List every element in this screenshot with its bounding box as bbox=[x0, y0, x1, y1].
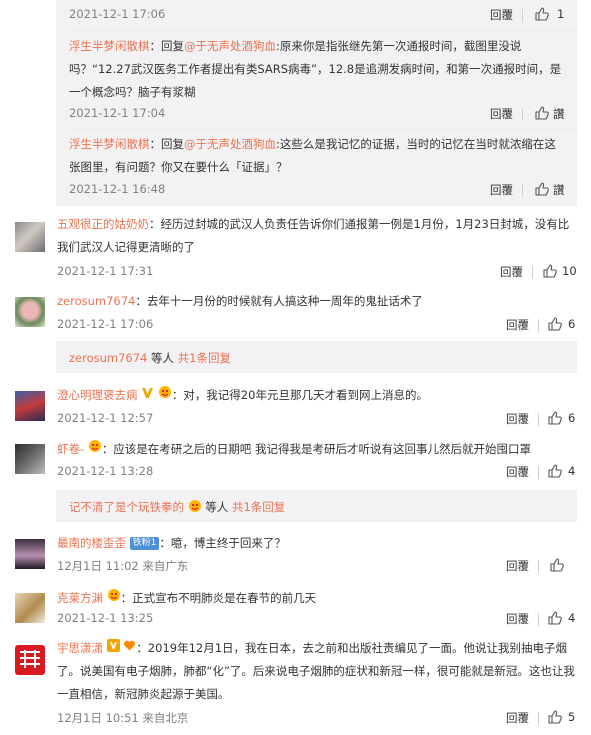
divider bbox=[538, 466, 539, 479]
thumbs-up-icon[interactable] bbox=[549, 557, 565, 573]
thumbs-up-icon[interactable] bbox=[547, 709, 563, 725]
username[interactable]: 浮生半梦闲散棋 bbox=[69, 137, 150, 151]
more-replies-box[interactable]: zerosum7674 等人 共1条回复 bbox=[56, 341, 577, 373]
thumbs-up-icon[interactable] bbox=[547, 610, 563, 626]
divider bbox=[538, 560, 539, 573]
reply-button[interactable]: 回覆 bbox=[490, 182, 513, 198]
comment-text: 最南的楼歪歪 铁粉1 ：噫，博主终于回来了？ bbox=[57, 536, 286, 550]
avatar[interactable] bbox=[15, 222, 45, 252]
comment-text: 虾卷- ：应该是在考研之后的日期吧 我记得我是考研后才听说有这回事儿然后就开始囤… bbox=[57, 438, 577, 461]
avatar[interactable] bbox=[15, 444, 45, 474]
comment-text: 宇思潇潇 ：2019年12月1日，我在日本，去之前和出版社责编见了一面。他说让我… bbox=[57, 637, 577, 706]
reply-time: 2021-12-1 17:06 bbox=[69, 7, 166, 21]
divider bbox=[538, 613, 539, 626]
avatar[interactable] bbox=[15, 539, 45, 569]
more-replies-link[interactable]: 共1条回复 bbox=[178, 351, 231, 365]
like-count: 1 bbox=[557, 7, 565, 21]
mention-link[interactable]: @于无声处酒狗血 bbox=[184, 39, 276, 53]
reply-time: 2021-12-1 17:04 bbox=[69, 106, 166, 120]
avatar[interactable] bbox=[15, 297, 45, 327]
divider bbox=[522, 9, 523, 22]
divider bbox=[532, 266, 533, 279]
member-badge-icon bbox=[158, 384, 172, 407]
member-badge-icon bbox=[188, 499, 202, 516]
more-replies-link[interactable]: 共1条回复 bbox=[232, 500, 285, 514]
username[interactable]: 浮生半梦闲散棋 bbox=[69, 39, 150, 53]
more-replies-line[interactable]: zerosum7674 等人 共1条回复 bbox=[69, 350, 231, 366]
thumbs-up-icon[interactable] bbox=[547, 463, 563, 479]
vip-v-badge bbox=[141, 384, 154, 407]
username[interactable]: zerosum7674 bbox=[69, 351, 147, 365]
divider bbox=[522, 184, 523, 197]
reply-text: 浮生半梦闲散棋：回复@于无声处酒狗血:原来你是指张继先第一次通报时间，截图里没说… bbox=[69, 39, 562, 99]
comment-time: 2021-12-1 17:06 bbox=[57, 317, 154, 331]
like-label: 讚 bbox=[553, 107, 565, 121]
reply-button[interactable]: 回覆 bbox=[506, 464, 529, 480]
username[interactable]: 克莱方渊 bbox=[57, 591, 103, 605]
reply-button[interactable]: 回覆 bbox=[506, 611, 529, 627]
reply-time: 2021-12-1 16:48 bbox=[69, 182, 166, 196]
username[interactable]: 宇思潇潇 bbox=[57, 641, 103, 655]
reply-button[interactable]: 回覆 bbox=[506, 411, 529, 427]
member-badge-icon bbox=[88, 438, 102, 461]
like-label: 讚 bbox=[553, 183, 565, 197]
comment-time: 2021-12-1 13:25 bbox=[57, 611, 154, 625]
comment-time: 2021-12-1 13:28 bbox=[57, 464, 154, 478]
comment-time: 2021-12-1 17:31 bbox=[57, 264, 154, 278]
username[interactable]: 五观很正的姑奶奶 bbox=[57, 217, 149, 231]
comment-text: 克莱方渊 ：正式宣布不明肺炎是在春节的前几天 bbox=[57, 587, 577, 610]
like-count: 6 bbox=[568, 411, 576, 425]
divider bbox=[538, 712, 539, 725]
comment-text: zerosum7674：去年十一月份的时候就有人搞这种一周年的鬼扯话术了 bbox=[57, 294, 423, 308]
thumbs-up-icon[interactable] bbox=[547, 410, 563, 426]
reply-text: 浮生半梦闲散棋：回复@于无声处酒狗血:这些么是我记忆的证据，当时的记忆在当时就浓… bbox=[69, 137, 556, 174]
more-replies-line[interactable]: 记不清了是个玩铁拳的 等人 共1条回复 bbox=[69, 499, 285, 516]
like-count: 4 bbox=[568, 464, 576, 478]
thumbs-up-icon[interactable] bbox=[534, 105, 550, 121]
divider bbox=[538, 319, 539, 332]
divider bbox=[69, 128, 577, 129]
like-count: 6 bbox=[568, 317, 576, 331]
reply-button[interactable]: 回覆 bbox=[506, 317, 529, 333]
comment-text: 澄心明理褒去病 ：对，我记得20年元旦那几天才看到网上消息的。 bbox=[57, 384, 577, 407]
reply-button[interactable]: 回覆 bbox=[506, 710, 529, 726]
more-replies-box[interactable]: 记不清了是个玩铁拳的 等人 共1条回复 bbox=[56, 490, 577, 522]
fan-badge-label: 铁粉1 bbox=[132, 538, 157, 548]
fan-badge: 铁粉1 bbox=[129, 537, 160, 550]
comment-time: 12月1日 11:02 来自广东 bbox=[57, 559, 189, 573]
like-count: 4 bbox=[568, 611, 576, 625]
username[interactable]: 澄心明理褒去病 bbox=[57, 388, 138, 402]
username[interactable]: 虾卷- bbox=[57, 442, 84, 456]
username[interactable]: 最南的楼歪歪 bbox=[57, 536, 126, 550]
reply-block-1: 2021-12-1 17:06 回覆 1 浮生半梦闲散棋：回复@于无声处酒狗血:… bbox=[56, 0, 577, 206]
avatar[interactable] bbox=[15, 645, 45, 675]
thumbs-up-icon[interactable] bbox=[547, 316, 563, 332]
thumbs-up-icon[interactable] bbox=[542, 263, 558, 279]
divider bbox=[538, 413, 539, 426]
avatar[interactable] bbox=[15, 593, 45, 623]
divider bbox=[522, 108, 523, 121]
reply-button[interactable]: 回覆 bbox=[506, 558, 529, 574]
username[interactable]: zerosum7674 bbox=[57, 294, 135, 308]
thumbs-up-icon[interactable] bbox=[534, 181, 550, 197]
member-badge-icon bbox=[107, 587, 121, 610]
reply-button[interactable]: 回覆 bbox=[500, 264, 523, 280]
comment-time: 12月1日 10:51 来自北京 bbox=[57, 711, 189, 725]
comment-time: 2021-12-1 12:57 bbox=[57, 411, 154, 425]
thumbs-up-icon[interactable] bbox=[534, 6, 550, 22]
reply-button[interactable]: 回覆 bbox=[490, 7, 513, 23]
like-count: 5 bbox=[568, 710, 576, 724]
like-count: 10 bbox=[562, 264, 577, 278]
mention-link[interactable]: @于无声处酒狗血 bbox=[184, 137, 276, 151]
comment-text: 五观很正的姑奶奶：经历过封城的武汉人负责任告诉你们通报第一例是1月份，1月23日… bbox=[57, 217, 570, 254]
logo-icon bbox=[20, 650, 40, 668]
reply-button[interactable]: 回覆 bbox=[490, 106, 513, 122]
vip-v-badge bbox=[106, 637, 120, 660]
avatar[interactable] bbox=[15, 391, 45, 421]
username[interactable]: 记不清了是个玩铁拳的 bbox=[69, 500, 184, 514]
heart-badge-icon bbox=[123, 637, 136, 660]
divider bbox=[69, 30, 577, 31]
